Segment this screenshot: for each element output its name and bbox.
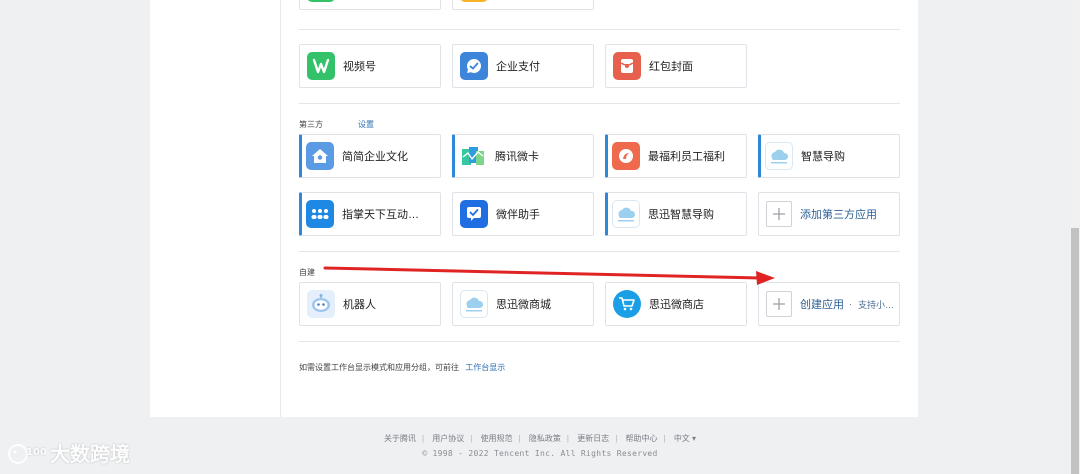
- footer-link-user-agreement[interactable]: 用户协议: [432, 434, 464, 443]
- footer-separator: |: [663, 434, 666, 443]
- annotation-arrow: [323, 266, 775, 285]
- footer-link-usage-rules[interactable]: 使用规范: [481, 434, 513, 443]
- footer-separator: |: [615, 434, 618, 443]
- footer-link-changelog[interactable]: 更新日志: [577, 434, 609, 443]
- watermark-text: 大数跨境: [50, 444, 130, 466]
- watermark: 100 大数跨境: [8, 438, 130, 467]
- footer-separator: |: [421, 434, 425, 443]
- footer-link-help[interactable]: 帮助中心: [626, 434, 658, 443]
- footer-link-privacy[interactable]: 隐私政策: [529, 434, 561, 443]
- footer-link-about[interactable]: 关于腾讯: [384, 434, 416, 443]
- footer-separator: |: [518, 434, 521, 443]
- scrollbar-track[interactable]: [1070, 0, 1080, 474]
- footer-separator: |: [470, 434, 473, 443]
- footer-links: 关于腾讯 | 用户协议 | 使用规范 | 隐私政策 | 更新日志 | 帮助中心 | 中文 ▾: [0, 433, 1080, 444]
- footer-separator: |: [566, 434, 569, 443]
- copyright: © 1998 - 2022 Tencent Inc. All Rights Re…: [422, 449, 658, 458]
- language-selector[interactable]: 中文 ▾: [674, 434, 696, 443]
- scrollbar-thumb[interactable]: [1071, 228, 1079, 474]
- svg-text:100: 100: [26, 447, 46, 458]
- dashuju-logo-icon: 100: [8, 443, 46, 464]
